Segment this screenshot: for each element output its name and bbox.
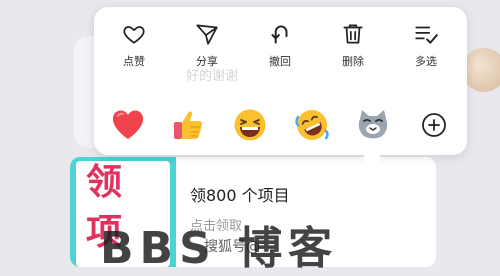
- plus-circle-icon: [422, 113, 446, 137]
- delete-button[interactable]: 删除: [325, 21, 381, 77]
- watermark-sub: 搜狐号@: [204, 239, 260, 255]
- reaction-bar: [108, 105, 454, 145]
- send-icon: [196, 24, 218, 45]
- share-label: 分享: [196, 55, 218, 68]
- thumbs-up-emoji[interactable]: [169, 105, 209, 145]
- cat-face-emoji[interactable]: [353, 105, 393, 145]
- undo-icon: [271, 25, 288, 44]
- trash-icon: [343, 24, 363, 44]
- avatar[interactable]: [462, 48, 500, 92]
- rolling-laughing-emoji[interactable]: [292, 105, 332, 145]
- laughing-face-emoji[interactable]: [230, 105, 270, 145]
- delete-label: 删除: [342, 55, 364, 68]
- heart-outline-icon: [123, 26, 145, 44]
- card-thumbnail-char: 领: [86, 162, 123, 203]
- card-title: 领800 个项目: [190, 186, 290, 205]
- more-reactions-button[interactable]: [414, 105, 454, 145]
- share-button[interactable]: 分享: [179, 21, 235, 77]
- like-button[interactable]: 点赞: [106, 21, 162, 77]
- multi-select-label: 多选: [415, 55, 437, 68]
- red-heart-emoji[interactable]: [108, 105, 148, 145]
- multi-select-button[interactable]: 多选: [398, 21, 454, 77]
- menu-actions-row: 点赞 分享 撤回 删除 多选: [100, 21, 460, 77]
- multi-select-icon: [415, 26, 438, 44]
- recall-label: 撤回: [269, 55, 291, 68]
- recall-button[interactable]: 撤回: [252, 21, 308, 77]
- message-context-menu: 好的谢谢 点赞 分享 撤回 删除 多选: [94, 7, 467, 168]
- like-label: 点赞: [123, 55, 145, 68]
